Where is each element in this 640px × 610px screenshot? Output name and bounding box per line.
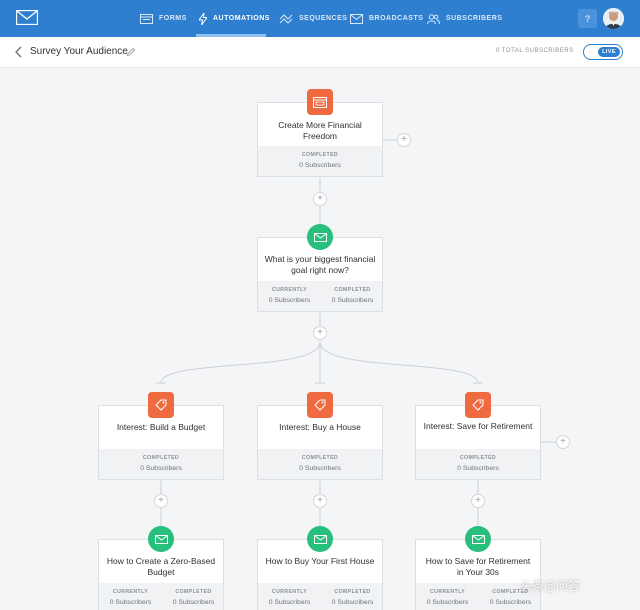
tag-icon <box>155 399 167 411</box>
node-stats: COMPLETED 0 Subscribers <box>416 449 540 479</box>
total-subscribers: 0 TOTAL SUBSCRIBERS <box>496 48 574 54</box>
node-title: Interest: Buy a House <box>279 422 361 432</box>
email-icon <box>154 534 168 544</box>
automation-header: Survey Your Audience 0 TOTAL SUBSCRIBERS… <box>0 37 640 68</box>
stat-completed: COMPLETED 0 Subscribers <box>299 152 341 169</box>
node-stats: CURRENTLY 0 Subscribers COMPLETED 0 Subs… <box>258 281 382 311</box>
lightning-icon <box>199 12 207 25</box>
help-button[interactable]: ? <box>578 9 597 28</box>
nav-sequences[interactable]: SEQUENCES <box>279 0 347 37</box>
node-stats: CURRENTLY 0 Subscribers COMPLETED 0 Subs… <box>258 583 382 610</box>
stat-completed: COMPLETED 0 Subscribers <box>299 455 341 472</box>
users-icon <box>427 13 440 24</box>
page-title: Survey Your Audience <box>30 46 128 57</box>
watermark: 头条@问答 <box>520 579 581 593</box>
nav-broadcasts-label: BROADCASTS <box>369 15 424 22</box>
tag-icon <box>314 399 326 411</box>
add-step-button[interactable]: + <box>154 494 168 508</box>
nav-subscribers-label: SUBSCRIBERS <box>446 15 503 22</box>
avatar-image <box>603 8 624 29</box>
pencil-icon[interactable] <box>126 47 136 57</box>
stat-currently: CURRENTLY 0 Subscribers <box>268 287 311 304</box>
tag-badge <box>148 392 174 418</box>
nav-automations[interactable]: AUTOMATIONS <box>199 0 270 37</box>
add-step-button[interactable]: + <box>556 435 570 449</box>
node-title: How to Buy Your First House <box>265 556 375 566</box>
email-badge <box>148 526 174 552</box>
top-nav: FORMS AUTOMATIONS SEQUENCES BROADCASTS S… <box>0 0 640 37</box>
live-label: LIVE <box>598 46 620 57</box>
add-step-button[interactable]: + <box>313 326 327 340</box>
sequences-icon <box>279 13 293 24</box>
nav-subscribers[interactable]: SUBSCRIBERS <box>427 0 502 37</box>
back-arrow-icon[interactable] <box>12 45 26 59</box>
node-title: How to Save for Retirement in Your 30s <box>425 556 531 577</box>
email-icon <box>313 232 327 242</box>
nav-automations-label: AUTOMATIONS <box>213 15 270 22</box>
stat-completed: COMPLETED 0 Subscribers <box>140 455 182 472</box>
email-badge <box>465 526 491 552</box>
automation-canvas: Create More Financial Freedom COMPLETED … <box>0 68 640 610</box>
node-title: Interest: Save for Retirement <box>423 421 533 431</box>
node-title: Create More Financial Freedom <box>278 120 362 141</box>
email-badge <box>307 224 333 250</box>
stat-currently: CURRENTLY 0 Subscribers <box>268 589 311 606</box>
nav-forms[interactable]: FORMS <box>140 0 187 37</box>
stat-completed: COMPLETED 0 Subscribers <box>457 455 499 472</box>
form-badge <box>307 89 333 115</box>
add-step-button[interactable]: + <box>313 192 327 206</box>
nav-sequences-label: SEQUENCES <box>299 15 348 22</box>
tag-icon <box>472 399 484 411</box>
form-icon <box>313 96 327 108</box>
add-step-button[interactable]: + <box>397 133 411 147</box>
node-title: What is your biggest financial goal righ… <box>264 254 376 275</box>
add-step-button[interactable]: + <box>313 494 327 508</box>
avatar[interactable] <box>603 8 624 29</box>
stat-currently: CURRENTLY 0 Subscribers <box>426 589 469 606</box>
email-icon <box>471 534 485 544</box>
node-stats: COMPLETED 0 Subscribers <box>258 449 382 479</box>
nav-broadcasts[interactable]: BROADCASTS <box>350 0 423 37</box>
node-title: How to Create a Zero-Based Budget <box>106 556 216 577</box>
stat-completed: COMPLETED 0 Subscribers <box>331 287 374 304</box>
forms-icon <box>140 13 153 24</box>
tag-badge <box>307 392 333 418</box>
mail-logo-icon[interactable] <box>16 10 38 25</box>
tag-badge <box>465 392 491 418</box>
stat-completed: COMPLETED 0 Subscribers <box>331 589 374 606</box>
node-stats: COMPLETED 0 Subscribers <box>258 146 382 176</box>
add-step-button[interactable]: + <box>471 494 485 508</box>
node-stats: COMPLETED 0 Subscribers <box>99 449 223 479</box>
stat-completed: COMPLETED 0 Subscribers <box>172 589 215 606</box>
stat-currently: CURRENTLY 0 Subscribers <box>109 589 152 606</box>
mail-icon <box>350 13 363 24</box>
nav-forms-label: FORMS <box>159 15 187 22</box>
live-toggle[interactable]: LIVE <box>583 44 623 60</box>
node-stats: CURRENTLY 0 Subscribers COMPLETED 0 Subs… <box>99 583 223 610</box>
node-title: Interest: Build a Budget <box>116 422 206 432</box>
email-badge <box>307 526 333 552</box>
email-icon <box>313 534 327 544</box>
